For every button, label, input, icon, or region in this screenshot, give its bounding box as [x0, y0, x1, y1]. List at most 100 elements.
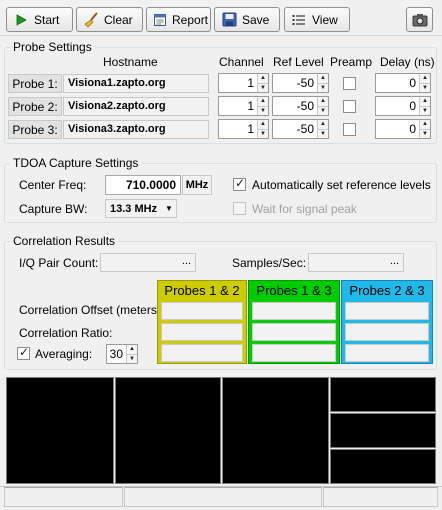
averaging-stepper[interactable]: 30 ▲ ▼ [106, 344, 138, 364]
probes-1-2-column: Probes 1 & 2 [157, 280, 247, 364]
iq-pair-count-label: I/Q Pair Count: [19, 256, 99, 270]
probe-1-ref-level-stepper[interactable]: -50 ▲ ▼ [272, 73, 329, 93]
capture-bw-select[interactable]: 13.3 MHz ▼ [105, 199, 177, 218]
spin-down-icon[interactable]: ▼ [420, 82, 430, 92]
screenshot-button[interactable] [406, 7, 433, 32]
probe-settings-title: Probe Settings [10, 40, 95, 54]
capture-bw-label: Capture BW: [19, 202, 88, 216]
hostname-header: Hostname [103, 55, 158, 69]
auto-ref-level-label: Automatically set reference levels [252, 178, 431, 192]
spin-down-icon[interactable]: ▼ [127, 353, 137, 363]
probes-2-3-averaging [345, 344, 429, 362]
spin-up-icon[interactable]: ▲ [258, 120, 268, 129]
start-button[interactable]: Start [6, 7, 73, 32]
display-panel-4c[interactable] [330, 449, 436, 484]
probe-2-preamp-checkbox[interactable] [343, 100, 356, 113]
samples-per-sec-label: Samples/Sec: [232, 256, 307, 270]
report-icon [153, 12, 167, 28]
probe-3-hostname[interactable]: Visiona3.zapto.org [63, 120, 209, 139]
spin-down-icon[interactable]: ▼ [258, 82, 268, 92]
spin-down-icon[interactable]: ▼ [258, 105, 268, 115]
save-button[interactable]: Save [214, 7, 280, 32]
probes-1-3-ratio [252, 323, 336, 341]
clear-label: Clear [104, 12, 133, 27]
view-button[interactable]: View [284, 7, 350, 32]
probe-3-channel-stepper[interactable]: 1 ▲ ▼ [218, 119, 269, 139]
spin-up-icon[interactable]: ▲ [318, 120, 328, 129]
probe-3-label: Probe 3: [8, 120, 62, 139]
display-panel-4b[interactable] [330, 413, 436, 448]
spin-down-icon[interactable]: ▼ [258, 128, 268, 138]
display-panel-3[interactable] [222, 377, 329, 484]
iq-pair-count-field[interactable]: ... [100, 253, 196, 272]
probe-3-preamp-checkbox[interactable] [343, 123, 356, 136]
probe-2-ref-level-stepper[interactable]: -50 ▲ ▼ [272, 96, 329, 116]
broom-icon [83, 11, 99, 28]
averaging-checkbox[interactable] [17, 345, 30, 360]
camera-icon [412, 12, 428, 28]
probe-1-preamp-checkbox[interactable] [343, 77, 356, 90]
ref-level-header: Ref Level [273, 55, 324, 69]
wait-signal-peak-label: Wait for signal peak [252, 202, 357, 216]
floppy-disk-icon [221, 12, 237, 28]
chevron-down-icon: ▼ [165, 204, 173, 213]
probe-3-delay-stepper[interactable]: 0 ▲ ▼ [375, 119, 431, 139]
probe-1-channel-stepper[interactable]: 1 ▲ ▼ [218, 73, 269, 93]
clear-button[interactable]: Clear [76, 7, 143, 32]
play-icon [13, 12, 29, 28]
probe-2-hostname[interactable]: Visiona2.zapto.org [63, 97, 209, 116]
save-label: Save [242, 12, 270, 27]
spin-up-icon[interactable]: ▲ [258, 97, 268, 106]
spin-down-icon[interactable]: ▼ [318, 82, 328, 92]
probe-2-delay-stepper[interactable]: 0 ▲ ▼ [375, 96, 431, 116]
report-button[interactable]: Report [146, 7, 211, 32]
auto-ref-level-checkbox[interactable] [233, 176, 246, 191]
capture-bw-value: 13.3 MHz [110, 202, 158, 215]
probes-1-2-ratio [161, 323, 243, 341]
wait-signal-peak-checkbox[interactable] [233, 202, 246, 215]
probes-2-3-column: Probes 2 & 3 [341, 280, 433, 364]
probe-2-channel-stepper[interactable]: 1 ▲ ▼ [218, 96, 269, 116]
probes-1-3-header: Probes 1 & 3 [256, 283, 332, 298]
center-freq-unit: MHz [182, 175, 212, 195]
probes-1-3-column: Probes 1 & 3 [248, 280, 340, 364]
spin-down-icon[interactable]: ▼ [420, 105, 430, 115]
probe-3-ref-level-stepper[interactable]: -50 ▲ ▼ [272, 119, 329, 139]
samples-per-sec-field[interactable]: ... [308, 253, 404, 272]
delay-header: Delay (ns) [380, 55, 435, 69]
probes-1-2-averaging [161, 344, 243, 362]
probe-1-delay-stepper[interactable]: 0 ▲ ▼ [375, 73, 431, 93]
spin-down-icon[interactable]: ▼ [318, 128, 328, 138]
view-label: View [312, 12, 338, 27]
probes-1-2-offset [161, 302, 243, 320]
channel-header: Channel [219, 55, 264, 69]
display-panel-4a[interactable] [330, 377, 436, 412]
probes-2-3-header: Probes 2 & 3 [349, 283, 425, 298]
probes-2-3-offset [345, 302, 429, 320]
correlation-offset-label: Correlation Offset (meters): [19, 303, 165, 317]
display-panel-1[interactable] [6, 377, 114, 484]
probes-1-3-averaging [252, 344, 336, 362]
correlation-ratio-label: Correlation Ratio: [19, 326, 113, 340]
tdoa-settings-title: TDOA Capture Settings [10, 156, 142, 170]
spin-up-icon[interactable]: ▲ [420, 120, 430, 129]
correlation-results-title: Correlation Results [10, 234, 119, 248]
preamp-header: Preamp [330, 55, 373, 69]
center-freq-input[interactable]: 710.0000 [105, 175, 181, 195]
start-label: Start [34, 12, 60, 27]
toolbar: Start Clear Report Save View [0, 0, 442, 36]
spin-up-icon[interactable]: ▲ [258, 74, 268, 83]
spin-down-icon[interactable]: ▼ [420, 128, 430, 138]
spin-up-icon[interactable]: ▲ [420, 74, 430, 83]
display-panel-2[interactable] [115, 377, 221, 484]
spin-down-icon[interactable]: ▼ [318, 105, 328, 115]
spin-up-icon[interactable]: ▲ [318, 97, 328, 106]
probes-1-3-offset [252, 302, 336, 320]
probe-2-label: Probe 2: [8, 97, 62, 116]
spin-up-icon[interactable]: ▲ [318, 74, 328, 83]
spin-up-icon[interactable]: ▲ [127, 345, 137, 354]
report-label: Report [172, 12, 209, 27]
probe-1-hostname[interactable]: Visiona1.zapto.org [63, 74, 209, 93]
spin-up-icon[interactable]: ▲ [420, 97, 430, 106]
status-cell-3 [323, 487, 438, 507]
